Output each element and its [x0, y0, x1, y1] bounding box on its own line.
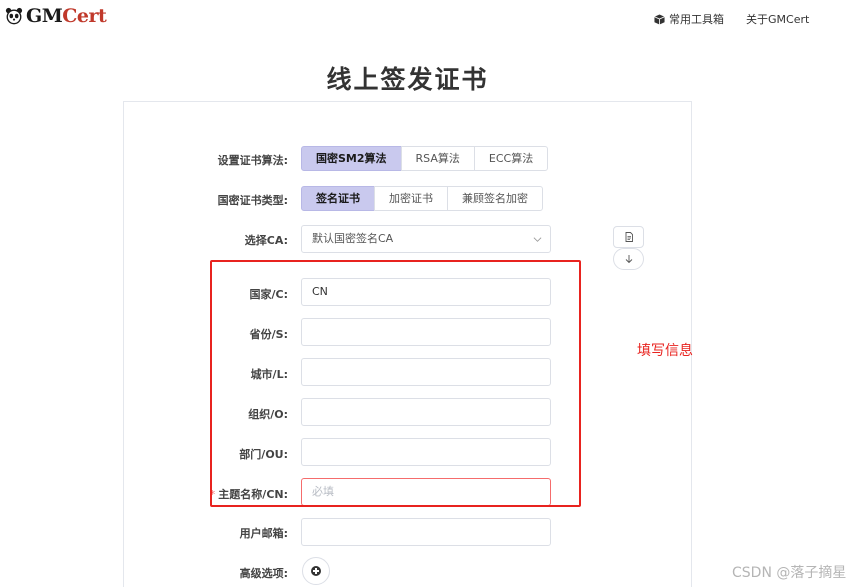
- brand-name: GMCert: [26, 5, 107, 27]
- email-input[interactable]: [301, 518, 551, 546]
- ca-select[interactable]: 默认国密签名CA: [301, 225, 551, 253]
- cert-type-label: 国密证书类型:: [217, 194, 288, 207]
- top-nav: 常用工具箱 关于GMCert: [654, 11, 809, 27]
- advanced-label: 高级选项:: [239, 567, 288, 580]
- highlight-box: [210, 260, 581, 507]
- nav-toolbox-label: 常用工具箱: [669, 13, 724, 26]
- page-title: 线上签发证书: [326, 65, 489, 94]
- document-button[interactable]: [613, 226, 644, 248]
- cert-type-segmented: 签名证书 加密证书 兼顾签名加密: [301, 186, 543, 211]
- ca-select-value: 默认国密签名CA: [312, 232, 394, 245]
- advanced-toggle-button[interactable]: [302, 557, 330, 585]
- ca-label: 选择CA:: [244, 234, 288, 247]
- nav-toolbox[interactable]: 常用工具箱: [654, 11, 724, 27]
- cube-icon: [654, 13, 665, 25]
- nav-about-label: 关于GMCert: [746, 13, 810, 26]
- chevron-down-icon: [533, 237, 542, 242]
- arrow-down-icon: [625, 255, 632, 264]
- brand-logo[interactable]: GMCert: [5, 4, 107, 28]
- cert-type-option-sign[interactable]: 签名证书: [301, 186, 375, 211]
- algorithm-label: 设置证书算法:: [217, 154, 288, 167]
- document-icon: [625, 232, 633, 242]
- cert-type-option-encrypt[interactable]: 加密证书: [374, 186, 448, 211]
- download-button[interactable]: [613, 248, 644, 270]
- cert-type-option-both[interactable]: 兼顾签名加密: [447, 186, 543, 211]
- email-label: 用户邮箱:: [239, 527, 288, 540]
- panda-icon: [5, 7, 23, 25]
- algorithm-option-ecc[interactable]: ECC算法: [473, 146, 549, 171]
- nav-about[interactable]: 关于GMCert: [746, 11, 809, 27]
- plus-circle-icon: [311, 566, 321, 576]
- annotation-text: 填写信息: [637, 343, 693, 359]
- watermark: CSDN @落子摘星: [732, 565, 847, 581]
- algorithm-option-rsa[interactable]: RSA算法: [400, 146, 475, 171]
- algorithm-option-sm2[interactable]: 国密SM2算法: [301, 146, 402, 171]
- algorithm-segmented: 国密SM2算法 RSA算法 ECC算法: [301, 146, 549, 171]
